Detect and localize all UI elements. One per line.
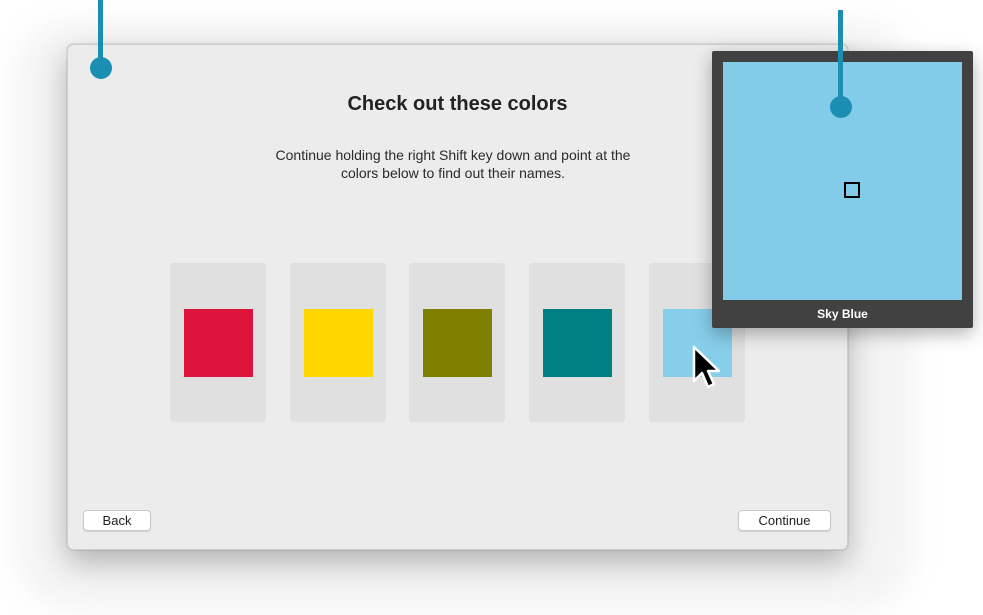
screen: Check out these colors Continue holding … xyxy=(0,0,983,615)
callout-pin-line-right xyxy=(838,10,843,106)
color-card-1[interactable] xyxy=(170,263,266,422)
callout-pin-dot-left xyxy=(90,57,112,79)
color-swatch-4[interactable] xyxy=(543,309,612,377)
color-swatch-1[interactable] xyxy=(184,309,253,377)
color-swatch-2[interactable] xyxy=(304,309,373,377)
continue-button[interactable]: Continue xyxy=(738,510,831,531)
color-card-2[interactable] xyxy=(290,263,386,422)
back-button[interactable]: Back xyxy=(83,510,151,531)
color-name-label: Sky Blue xyxy=(817,307,868,321)
color-swatch-3[interactable] xyxy=(423,309,492,377)
callout-pin-dot-right xyxy=(830,96,852,118)
dialog-instruction: Continue holding the right Shift key dow… xyxy=(275,147,631,181)
mouse-pointer-icon xyxy=(692,345,721,389)
crosshair-square-icon xyxy=(844,182,860,198)
color-card-4[interactable] xyxy=(529,263,625,422)
color-card-3[interactable] xyxy=(409,263,505,422)
